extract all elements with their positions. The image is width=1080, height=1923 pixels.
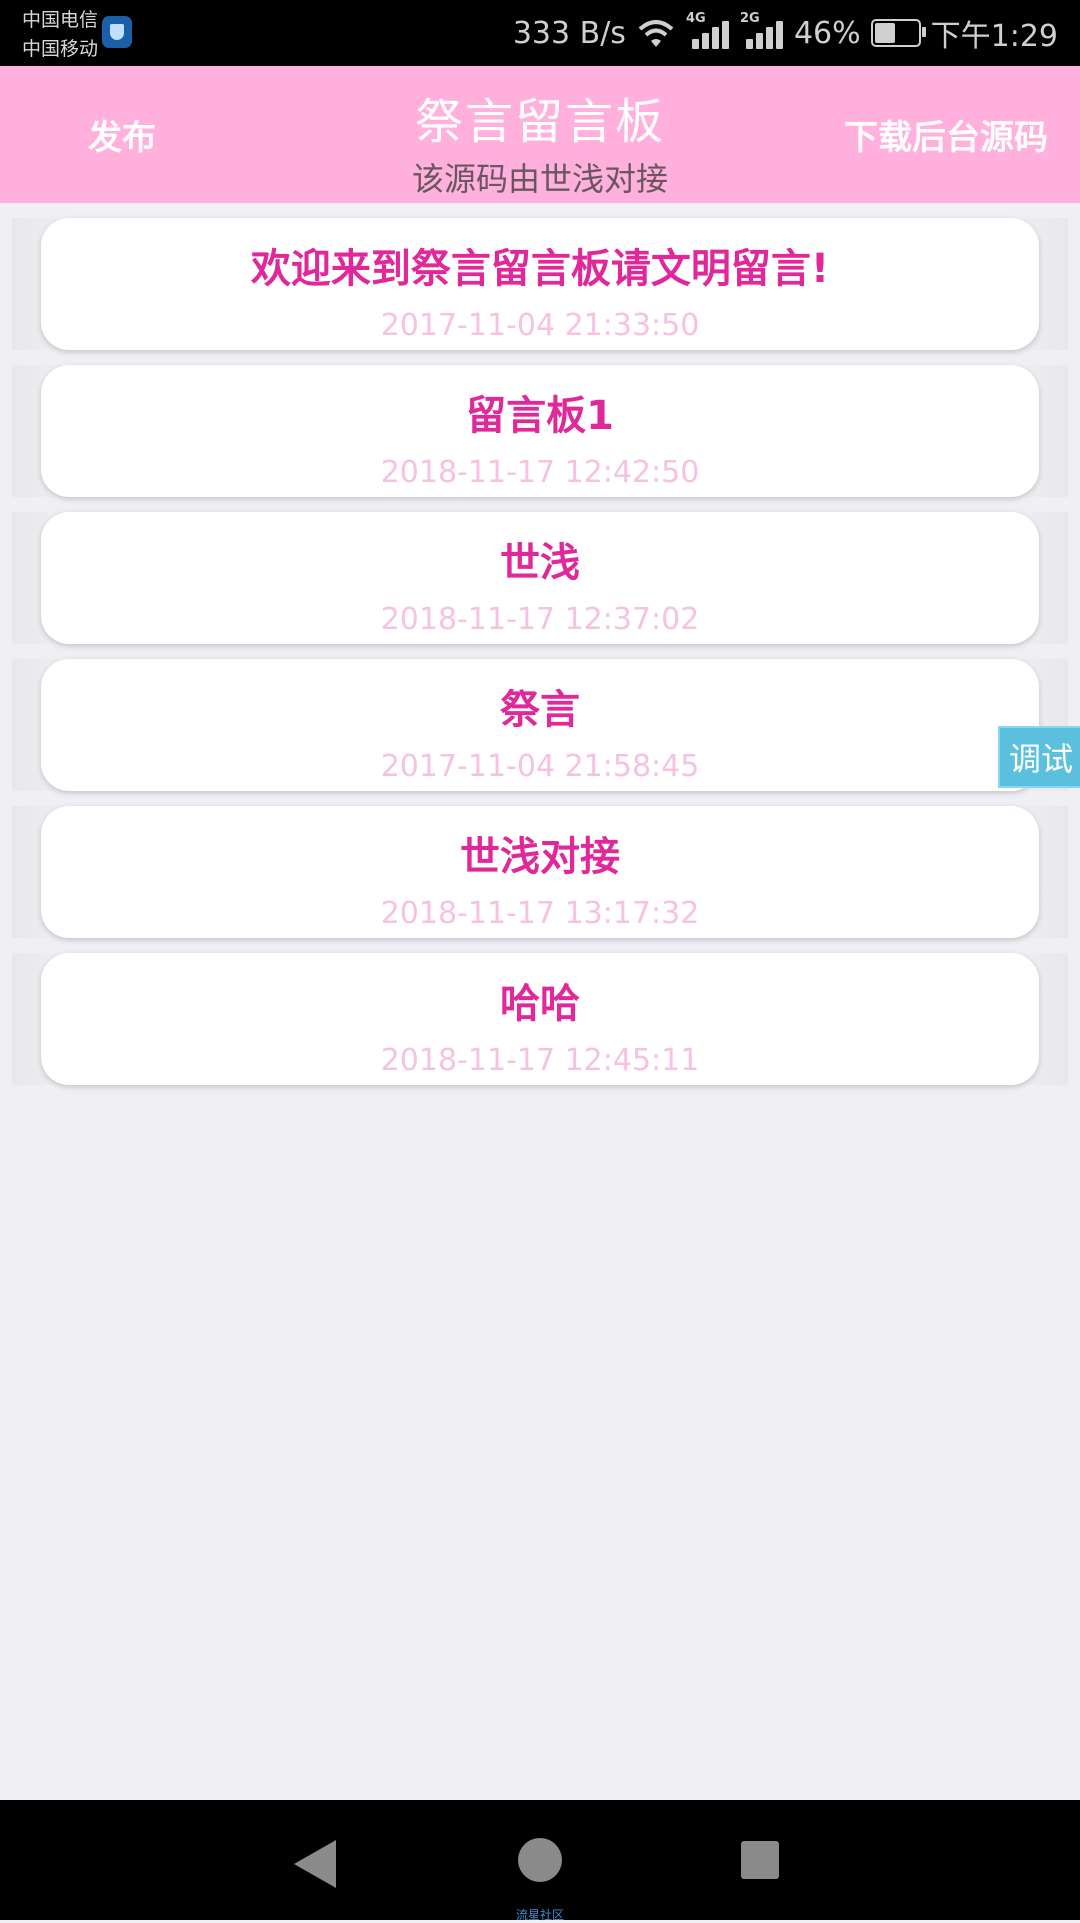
message-time: 2017-11-04 21:33:50 <box>380 308 700 343</box>
battery-percent: 46% <box>793 15 861 51</box>
message-title: 祭言 <box>500 687 580 733</box>
back-icon[interactable] <box>294 1840 336 1888</box>
message-time: 2017-11-04 21:58:45 <box>380 749 700 784</box>
message-time: 2018-11-17 13:17:32 <box>380 896 700 931</box>
carrier-2: 中国移动 <box>22 38 99 60</box>
download-source-button[interactable]: 下载后台源码 <box>844 66 1048 203</box>
signal-4g-label: 4G <box>685 11 706 26</box>
message-card[interactable]: 世浅对接 2018-11-17 13:17:32 <box>41 806 1039 938</box>
message-card[interactable]: 祭言 2017-11-04 21:58:45 <box>41 659 1039 791</box>
app-header: 发布 祭言留言板 该源码由世浅对接 下载后台源码 <box>0 66 1080 203</box>
message-title: 留言板1 <box>466 393 614 439</box>
status-indicators: 333 B/s 4G 2G 46% 下午1:29 <box>513 0 1058 66</box>
carrier-info: 中国电信 中国移动 <box>22 6 98 64</box>
signal-4g-icon: 4G <box>685 11 730 53</box>
carrier-1: 中国电信 <box>22 9 99 31</box>
message-title: 世浅对接 <box>460 834 620 880</box>
recent-apps-icon[interactable] <box>741 1841 779 1879</box>
message-list: 欢迎来到祭言留言板请文明留言! 2017-11-04 21:33:50 留言板1… <box>0 203 1080 1085</box>
signal-2g-icon: 2G <box>739 11 784 53</box>
battery-icon <box>870 19 926 47</box>
status-bar: 中国电信 中国移动 333 B/s 4G 2G 46% 下午1:29 <box>0 0 1080 66</box>
message-card[interactable]: 欢迎来到祭言留言板请文明留言! 2017-11-04 21:33:50 <box>41 218 1039 350</box>
network-speed: 333 B/s <box>512 15 626 51</box>
message-card[interactable]: 世浅 2018-11-17 12:37:02 <box>41 512 1039 644</box>
message-card[interactable]: 留言板1 2018-11-17 12:42:50 <box>41 365 1039 497</box>
security-shield-icon <box>102 16 132 48</box>
watermark-caption: 流星社区 <box>515 1908 564 1922</box>
message-title: 欢迎来到祭言留言板请文明留言! <box>250 246 830 292</box>
message-title: 哈哈 <box>500 981 580 1027</box>
message-card[interactable]: 哈哈 2018-11-17 12:45:11 <box>41 953 1039 1085</box>
message-title: 世浅 <box>500 540 580 586</box>
message-time: 2018-11-17 12:37:02 <box>380 602 700 637</box>
system-nav-bar <box>0 1800 1080 1920</box>
debug-button[interactable]: 调试 <box>998 726 1080 788</box>
home-icon[interactable] <box>518 1838 562 1882</box>
clock: 下午1:29 <box>930 19 1058 54</box>
message-time: 2018-11-17 12:42:50 <box>380 455 700 490</box>
message-time: 2018-11-17 12:45:11 <box>380 1043 700 1078</box>
wifi-icon <box>638 20 674 47</box>
signal-2g-label: 2G <box>739 11 760 26</box>
